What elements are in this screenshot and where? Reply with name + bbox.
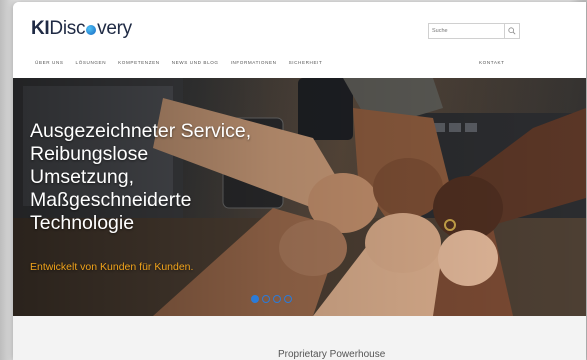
logo-suffix: very (97, 18, 132, 39)
main-nav: ÜBER UNS LÖSUNGEN KOMPETENZEN NEWS UND B… (35, 60, 334, 65)
section-title: Proprietary Powerhouse (278, 349, 386, 360)
hero-title-line: Maßgeschneiderte (30, 189, 192, 211)
hero-title-line: Ausgezeichneter Service, (30, 120, 252, 142)
slider-dot[interactable] (273, 295, 281, 303)
hero-subtitle: Entwickelt von Kunden für Kunden. (30, 261, 194, 273)
search-input[interactable] (429, 25, 504, 37)
hero-title: Ausgezeichneter Service, Reibungslose Um… (30, 120, 330, 235)
nav-item-loesungen[interactable]: LÖSUNGEN (76, 60, 107, 65)
website-page: KI Disc very ÜBER UNS LÖSUNGEN KOMPETENZ… (13, 2, 586, 360)
nav-item-informationen[interactable]: INFORMATIONEN (231, 60, 277, 65)
logo-mid: Disc (49, 18, 86, 39)
nav-item-kompetenzen[interactable]: KOMPETENZEN (118, 60, 160, 65)
search-button[interactable] (504, 24, 519, 38)
hero-title-line: Umsetzung, (30, 166, 135, 188)
hero-slider: Ausgezeichneter Service, Reibungslose Um… (13, 78, 586, 316)
nav-item-kontakt[interactable]: KONTAKT (479, 60, 505, 65)
slider-dot[interactable] (262, 295, 270, 303)
nav-item-ueber-uns[interactable]: ÜBER UNS (35, 60, 64, 65)
site-logo[interactable]: KI Disc very (31, 18, 132, 40)
nav-item-sicherheit[interactable]: SICHERHEIT (289, 60, 323, 65)
search-icon (508, 27, 516, 35)
globe-dot-icon (86, 25, 97, 35)
slider-dot[interactable] (284, 295, 292, 303)
slider-pagination (251, 295, 292, 303)
nav-item-news-und-blog[interactable]: NEWS UND BLOG (172, 60, 219, 65)
hero-title-line: Technologie (30, 212, 135, 234)
search-box (428, 23, 520, 39)
logo-prefix: KI (31, 18, 50, 39)
slider-dot[interactable] (251, 295, 259, 303)
site-header: KI Disc very ÜBER UNS LÖSUNGEN KOMPETENZ… (13, 2, 586, 78)
content-section: Proprietary Powerhouse (13, 316, 586, 360)
hero-title-line: Reibungslose (30, 143, 149, 165)
